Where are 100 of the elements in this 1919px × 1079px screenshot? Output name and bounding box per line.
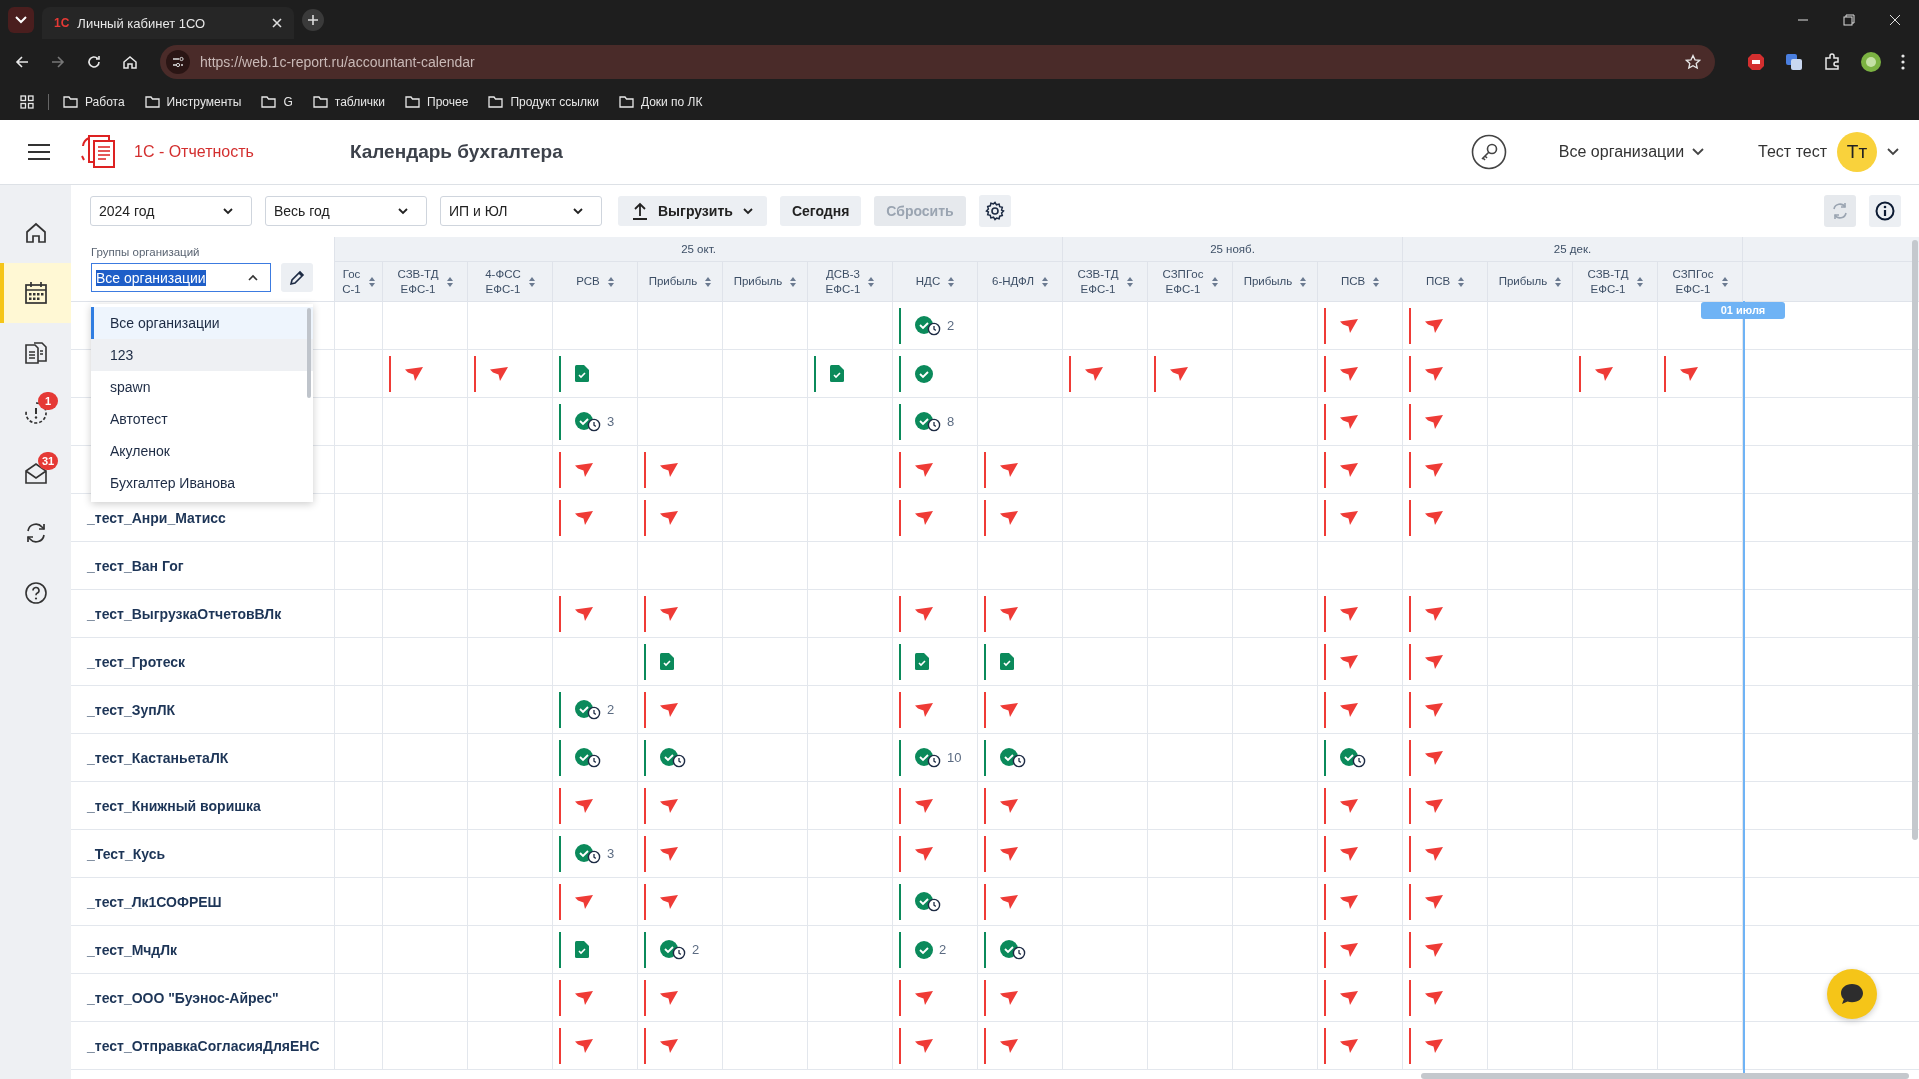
close-icon[interactable] [1889,14,1901,26]
report-status[interactable] [1409,739,1443,776]
report-status[interactable] [1154,355,1188,392]
report-status[interactable] [1409,835,1443,872]
star-icon[interactable] [1685,54,1701,70]
column-header[interactable]: 6-НДФЛ [978,262,1063,301]
settings-button[interactable] [978,195,1011,227]
report-status[interactable] [1324,643,1358,680]
report-status[interactable] [559,883,593,920]
dropdown-option[interactable]: Акуленок [91,435,313,467]
report-status[interactable] [1409,307,1443,344]
report-status[interactable] [644,835,678,872]
organization-name[interactable]: _тест_Книжный воришка [87,797,261,814]
report-status[interactable] [899,787,933,824]
column-header[interactable]: Прибыль [1233,262,1318,301]
report-status[interactable] [1409,691,1443,728]
bookmark-folder[interactable]: Инструменты [144,95,242,109]
today-button[interactable]: Сегодня [779,196,862,226]
report-status[interactable]: 2 [899,931,947,968]
column-header[interactable]: СЗПГос ЕФС-1 [1658,262,1743,301]
report-status[interactable] [1409,451,1443,488]
report-status[interactable]: 2 [559,691,615,728]
report-status[interactable] [899,355,933,392]
report-status[interactable] [1324,691,1358,728]
report-status[interactable]: 8 [899,403,955,440]
column-header[interactable]: 4-ФСС ЕФС-1 [468,262,553,301]
select-field[interactable]: Весь год [265,196,427,226]
organization-name[interactable]: _тест_Гротеск [87,653,186,670]
report-status[interactable] [1069,355,1103,392]
column-header[interactable]: Гос С-1 [335,262,383,301]
edit-button[interactable] [281,263,313,292]
report-status[interactable] [1409,643,1443,680]
report-status[interactable] [984,595,1018,632]
report-status[interactable] [984,451,1018,488]
report-status[interactable] [1409,355,1443,392]
report-status[interactable] [899,595,933,632]
brand-name[interactable]: 1С - Отчетность [134,143,254,161]
report-status[interactable] [644,643,674,680]
dropdown-option[interactable]: 123 [91,339,313,371]
dropdown-option[interactable]: Бухгалтер Иванова [91,467,313,499]
report-status[interactable] [389,355,423,392]
report-status[interactable] [984,643,1014,680]
report-status[interactable] [984,1027,1018,1064]
report-status[interactable] [899,451,933,488]
report-status[interactable] [984,499,1018,536]
profile-icon[interactable] [1861,52,1881,72]
report-status[interactable] [644,979,678,1016]
report-status[interactable] [1579,355,1613,392]
report-status[interactable] [644,787,678,824]
scrollbar[interactable] [307,308,311,398]
report-status[interactable] [644,1027,678,1064]
report-status[interactable]: 3 [559,403,615,440]
scrollbar[interactable] [1421,1073,1909,1079]
report-status[interactable] [1409,499,1443,536]
select-field[interactable]: 2024 год [90,196,252,226]
organization-name[interactable]: _тест_ООО "Буэнос-Айрес" [87,989,279,1006]
bookmark-folder[interactable]: Доки по ЛК [618,95,703,109]
bookmark-folder[interactable]: G [261,95,293,109]
report-status[interactable] [1409,787,1443,824]
organization-name[interactable]: _тест_ВыгрузкаОтчетовВЛк [87,605,282,622]
chevron-down-icon[interactable] [1887,148,1899,156]
report-status[interactable] [1324,787,1358,824]
report-status[interactable] [1324,403,1358,440]
column-header[interactable]: ДСВ-3 ЕФС-1 [808,262,893,301]
report-status[interactable] [984,883,1018,920]
organization-name[interactable]: _тест_КастаньетаЛК [87,749,229,766]
report-status[interactable] [984,979,1018,1016]
report-status[interactable] [1324,979,1358,1016]
home-icon[interactable] [122,54,138,70]
sidebar-item[interactable]: 1 [0,383,71,443]
organization-name[interactable]: _тест_Анри_Матисс [87,509,226,526]
info-button[interactable] [1869,195,1901,227]
column-header[interactable]: СЗВ-ТД ЕФС-1 [1063,262,1148,301]
report-status[interactable] [899,499,933,536]
bookmark-folder[interactable]: таблички [312,95,386,109]
report-status[interactable] [814,355,844,392]
dropdown-option[interactable]: spawn [91,371,313,403]
new-tab-icon[interactable] [302,9,324,31]
report-status[interactable] [559,595,593,632]
report-status[interactable] [984,739,1026,776]
bookmark-folder[interactable]: Работа [63,95,125,109]
organization-name[interactable]: _тест_МчдЛк [87,941,177,958]
bookmark-folder[interactable]: Прочее [405,95,469,109]
organizations-menu[interactable]: Все организации [1558,143,1705,161]
chat-button[interactable] [1827,969,1877,1019]
report-status[interactable] [559,739,601,776]
scrollbar[interactable] [1912,240,1918,840]
report-status[interactable] [644,451,678,488]
report-status[interactable] [644,691,678,728]
report-status[interactable] [1324,931,1358,968]
column-header[interactable]: ПСВ [1318,262,1403,301]
report-status[interactable] [1324,451,1358,488]
export-button[interactable]: Выгрузить [618,196,767,226]
column-header[interactable]: СЗВ-ТД ЕФС-1 [1573,262,1658,301]
column-header[interactable]: СЗВ-ТД ЕФС-1 [383,262,468,301]
report-status[interactable] [1409,595,1443,632]
user-name[interactable]: Тест тест [1758,143,1827,161]
more-icon[interactable] [1901,54,1905,70]
organization-name[interactable]: _Тест_Кусь [87,845,166,862]
report-status[interactable] [644,739,686,776]
